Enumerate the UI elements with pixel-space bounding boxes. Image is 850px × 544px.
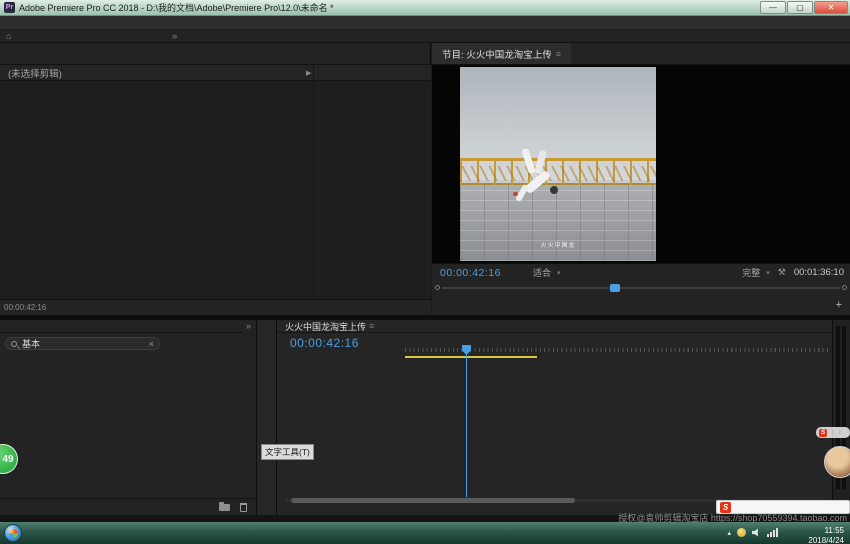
workspace-bar: ⌂ » xyxy=(0,30,850,43)
panel-menu-icon[interactable]: ≡ xyxy=(556,49,561,59)
timeline-timecode[interactable]: 00:00:42:16 xyxy=(290,336,359,350)
effects-search-row: 基本 × xyxy=(0,335,257,352)
program-timecode[interactable]: 00:00:42:16 xyxy=(432,267,501,279)
playhead-line xyxy=(466,353,467,497)
effect-controls-tabs xyxy=(0,43,430,65)
sogou-logo-icon[interactable]: S xyxy=(720,502,731,513)
clock-time: 11:55 xyxy=(808,526,844,536)
sequence-duration: 00:01:36:10 xyxy=(794,267,844,278)
program-scrubber[interactable] xyxy=(432,281,850,294)
effects-panel: » 基本 × xyxy=(0,320,257,515)
floating-avatar[interactable] xyxy=(824,446,850,478)
maximize-button[interactable]: ▢ xyxy=(787,1,813,14)
chevron-down-icon: ▾ xyxy=(766,269,770,277)
search-input[interactable]: 基本 × xyxy=(5,337,160,350)
delete-icon[interactable] xyxy=(240,503,247,512)
resolution-dropdown[interactable]: 完整 ▾ xyxy=(742,266,770,279)
audio-meter-panel xyxy=(832,320,850,515)
tools-panel xyxy=(257,320,277,515)
window-titlebar: Pr Adobe Premiere Pro CC 2018 - D:\我的文档\… xyxy=(0,0,850,16)
playhead-thumb[interactable] xyxy=(610,284,620,292)
drag-dots-icon: ⋮⋮ xyxy=(830,429,844,436)
video-caption: 火火中国龙 xyxy=(460,240,656,249)
button-editor-plus[interactable]: + xyxy=(836,299,842,311)
program-controls-row: 00:00:42:16 适合 ▾ 完整 ▾ ⚒ 00:01:36:10 xyxy=(432,263,850,281)
program-viewport[interactable]: 火火中国龙 xyxy=(432,65,850,263)
input-method-bar[interactable]: S xyxy=(716,500,850,514)
settings-wrench-icon[interactable]: ⚒ xyxy=(778,267,786,278)
video-performer xyxy=(513,148,565,214)
panel-divider xyxy=(313,65,314,300)
search-icon xyxy=(11,341,17,347)
app-icon: Pr xyxy=(4,2,15,13)
system-tray: ▴ xyxy=(727,528,778,537)
scrubber-start-dot xyxy=(435,285,440,290)
effect-controls-empty-area xyxy=(0,81,431,299)
no-clip-message: (未选择剪辑) xyxy=(0,66,62,80)
panel-menu-icon[interactable]: ≡ xyxy=(369,321,374,331)
close-button[interactable]: ✕ xyxy=(814,1,848,14)
type-tool-tooltip: 文字工具(T) xyxy=(261,444,314,460)
video-frame: 火火中国龙 xyxy=(460,67,656,261)
effect-controls-panel: (未选择剪辑) ▶ 00:00:42:16 xyxy=(0,43,431,315)
timeline-scrollbar[interactable] xyxy=(291,498,575,503)
transport-controls xyxy=(432,294,850,315)
floating-sogou-minibar[interactable]: S ⋮⋮ xyxy=(816,427,850,438)
new-bin-icon[interactable] xyxy=(219,504,230,511)
work-area-bar[interactable] xyxy=(405,356,537,358)
tray-expand-icon[interactable]: ▴ xyxy=(727,529,731,537)
sogou-logo-icon: S xyxy=(819,429,827,437)
clock-date: 2018/4/24 xyxy=(808,536,844,544)
timeline-tab[interactable]: 火火中国龙淘宝上传 ≡ xyxy=(285,320,374,333)
network-icon[interactable] xyxy=(767,528,778,537)
taskbar xyxy=(0,522,850,544)
menu-bar xyxy=(0,16,850,30)
program-monitor-tab[interactable]: 节目: 火火中国龙淘宝上传 ≡ xyxy=(432,43,571,64)
effect-controls-footer: 00:00:42:16 xyxy=(0,299,431,315)
expander-icon[interactable]: ▶ xyxy=(306,69,311,77)
panel-overflow-icon[interactable]: » xyxy=(246,321,251,331)
taskbar-clock[interactable]: 11:55 2018/4/24 xyxy=(808,526,844,544)
chevron-down-icon: ▾ xyxy=(557,269,561,277)
volume-icon[interactable] xyxy=(752,528,761,537)
search-value: 基本 xyxy=(22,337,40,350)
home-icon[interactable]: ⌂ xyxy=(6,31,11,41)
project-panel-tabs xyxy=(0,320,243,333)
clear-search-icon[interactable]: × xyxy=(149,339,154,349)
window-title: Adobe Premiere Pro CC 2018 - D:\我的文档\Ado… xyxy=(19,1,334,14)
effects-panel-footer xyxy=(0,498,257,515)
program-monitor-panel: 节目: 火火中国龙淘宝上传 ≡ 火火中国龙 00:00:42:16 适合 ▾ 完… xyxy=(432,43,850,315)
timeline-panel: 火火中国龙淘宝上传 ≡ 00:00:42:16 xyxy=(277,320,832,515)
tray-input-icon[interactable] xyxy=(737,528,746,537)
fit-dropdown[interactable]: 适合 ▾ xyxy=(533,266,561,279)
workspace-overflow-icon[interactable]: » xyxy=(172,31,177,42)
window-controls: — ▢ ✕ xyxy=(760,1,848,14)
effect-controls-header: (未选择剪辑) ▶ xyxy=(0,65,431,81)
minimize-button[interactable]: — xyxy=(760,1,786,14)
start-button[interactable] xyxy=(4,524,22,542)
scrubber-end-dot xyxy=(842,285,847,290)
effect-controls-timecode: 00:00:42:16 xyxy=(0,303,46,312)
